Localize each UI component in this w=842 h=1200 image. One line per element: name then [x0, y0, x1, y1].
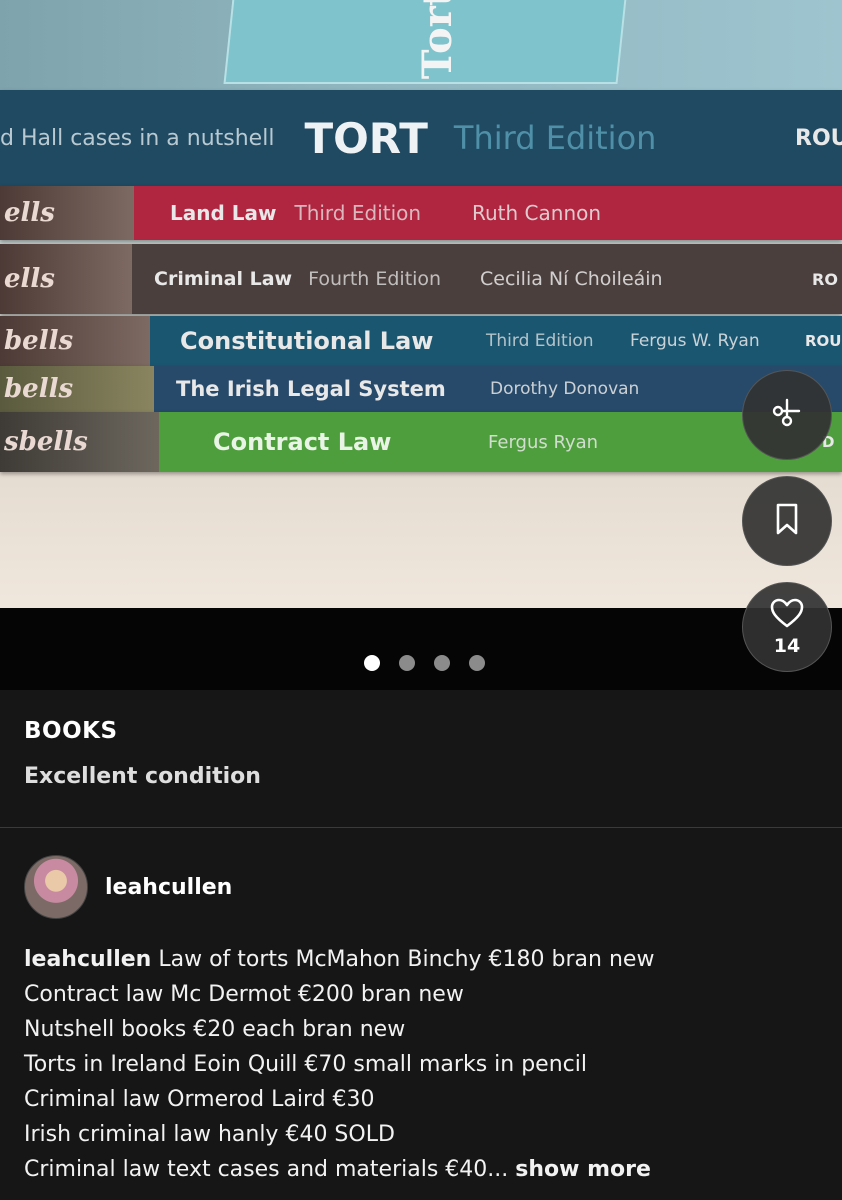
share-icon [769, 395, 805, 435]
book-spine-land-law: ells Land Law Third Edition Ruth Cannon [0, 186, 842, 240]
spine-title: Land Law [170, 201, 277, 225]
like-count: 14 [773, 635, 801, 657]
book-spine-criminal-law: ells Criminal Law Fourth Edition Cecilia… [0, 244, 842, 314]
spine-author: Ruth Cannon [472, 201, 602, 225]
spine-edition: Third Edition [453, 119, 657, 157]
spine-edge: sbells [0, 412, 159, 472]
book-spine-contract-law: sbells Contract Law Fergus Ryan D [0, 412, 842, 472]
spine-title: Criminal Law [154, 268, 293, 290]
share-button[interactable] [742, 370, 832, 460]
bookmark-icon [772, 502, 802, 540]
seller-profile[interactable]: leahcullen [24, 855, 232, 919]
carousel-dot-1[interactable] [364, 655, 380, 671]
description-text: Criminal law text cases and materials €4… [24, 1157, 509, 1182]
description-line: Nutshell books €20 each bran new [24, 1017, 406, 1042]
spine-publisher: ROU [805, 332, 842, 350]
spine-edge: ells [0, 244, 132, 314]
carousel-indicator[interactable] [364, 655, 485, 671]
spine-series-text: d Hall cases in a nutshell [0, 125, 275, 151]
spine-author: Fergus W. Ryan [630, 331, 760, 351]
listing-condition: Excellent condition [24, 764, 261, 789]
description-line: Criminal law Ormerod Laird €30 [24, 1087, 375, 1112]
listing-photo[interactable]: Tort d Hall cases in a nutshell TORT Thi… [0, 0, 842, 610]
book-cover-top: Tort [0, 0, 842, 92]
spine-author: Fergus Ryan [488, 431, 599, 453]
book-spine-irish-legal-system: bells The Irish Legal System Dorothy Don… [0, 366, 842, 412]
heart-icon [769, 597, 805, 633]
description-line: Irish criminal law hanly €40 SOLD [24, 1122, 395, 1147]
carousel-dot-3[interactable] [434, 655, 450, 671]
show-more-link[interactable]: show more [515, 1157, 651, 1182]
description-line: Contract law Mc Dermot €200 bran new [24, 982, 464, 1007]
save-button[interactable] [742, 476, 832, 566]
book-spine-constitutional-law: bells Constitutional Law Third Edition F… [0, 316, 842, 366]
spine-edge: bells [0, 316, 150, 366]
divider [0, 827, 842, 828]
like-button[interactable]: 14 [742, 582, 832, 672]
listing-info: BOOKS Excellent condition [24, 718, 261, 789]
spine-title: Constitutional Law [180, 327, 434, 355]
description-line: Criminal law text cases and materials €4… [24, 1152, 824, 1187]
spine-publisher: RO [812, 269, 838, 289]
listing-title: BOOKS [24, 718, 118, 744]
spine-title: The Irish Legal System [176, 377, 446, 401]
description-username[interactable]: leahcullen [24, 947, 151, 972]
spine-edge: bells [0, 366, 154, 412]
spine-author: Dorothy Donovan [490, 379, 640, 399]
spine-publisher: ROU [795, 125, 842, 151]
spine-title: Contract Law [213, 428, 392, 456]
spine-edition: Fourth Edition [308, 268, 442, 290]
cover-title: Tort [414, 0, 462, 80]
spine-author: Cecilia Ní Choileáin [480, 268, 663, 290]
seller-username[interactable]: leahcullen [105, 875, 232, 900]
spine-edition: Third Edition [294, 201, 422, 225]
book-spine-tort: d Hall cases in a nutshell TORT Third Ed… [0, 90, 842, 186]
avatar[interactable] [24, 855, 88, 919]
spine-title: TORT [304, 113, 428, 163]
carousel-dot-4[interactable] [469, 655, 485, 671]
spine-edge: ells [0, 186, 134, 240]
description-line: Torts in Ireland Eoin Quill €70 small ma… [24, 1052, 587, 1077]
listing-description: leahcullen Law of torts McMahon Binchy €… [24, 942, 824, 1187]
description-text: Law of torts McMahon Binchy €180 bran ne… [158, 947, 655, 972]
description-line: leahcullen Law of torts McMahon Binchy €… [24, 942, 824, 977]
carousel-bar [0, 608, 842, 690]
carousel-dot-2[interactable] [399, 655, 415, 671]
spine-edition: Third Edition [486, 331, 594, 351]
